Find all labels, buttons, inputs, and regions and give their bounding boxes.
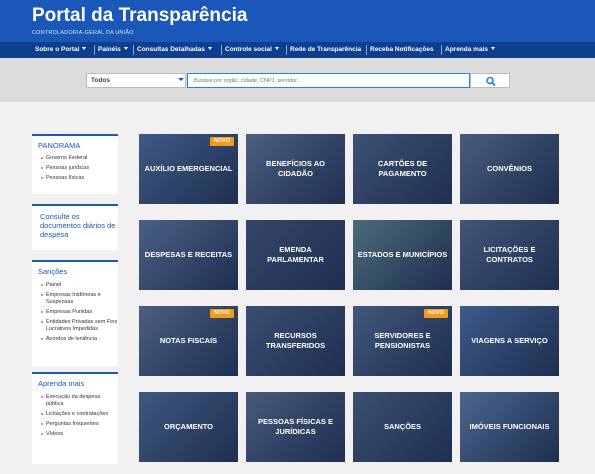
- nav-divider: [286, 45, 287, 55]
- tile-0[interactable]: AUXÍLIO EMERGENCIAL NOVO: [139, 134, 238, 204]
- sidebar-consulte[interactable]: Consulte os documentos diários de despes…: [32, 204, 118, 250]
- tile-label: ORÇAMENTO: [163, 422, 214, 431]
- new-badge: NOVO: [424, 309, 448, 318]
- nav-divider: [94, 45, 95, 55]
- sidebar-link[interactable]: Painel: [32, 282, 118, 289]
- nav-divider: [441, 45, 442, 55]
- chevron-down-icon: [491, 47, 495, 50]
- tile-label: CONVÊNIOS: [486, 164, 532, 173]
- tile-6[interactable]: ESTADOS E MUNICÍPIOS: [353, 220, 452, 290]
- tile-3[interactable]: CONVÊNIOS: [460, 134, 559, 204]
- tile-5[interactable]: EMENDA PARLAMENTAR: [246, 220, 345, 290]
- sidebar-link[interactable]: Pessoas jurídicas: [32, 165, 118, 172]
- sidebar-link[interactable]: Governo Federal: [32, 155, 118, 162]
- tile-11[interactable]: VIAGENS A SERVIÇO: [460, 306, 559, 376]
- main-nav: Sobre o Portal Painéis Consultas Detalha…: [0, 42, 595, 58]
- nav-item-rede[interactable]: Rede de Transparência: [290, 42, 361, 58]
- site-subtitle: CONTROLADORIA-GERAL DA UNIÃO: [32, 30, 134, 36]
- tile-1[interactable]: BENEFÍCIOS AO CIDADÃO: [246, 134, 345, 204]
- chevron-down-icon: [123, 47, 128, 50]
- sidebar-sancoes: Sanções Painel Empresas Inidôneas e Susp…: [32, 260, 118, 366]
- search-button[interactable]: [470, 73, 510, 88]
- tile-label: LICITAÇÕES E CONTRATOS: [483, 245, 536, 264]
- tile-15[interactable]: IMÓVEIS FUNCIONAIS: [460, 392, 559, 462]
- nav-item-aprenda[interactable]: Aprenda mais: [445, 42, 495, 58]
- tile-label: CARTÕES DE PAGAMENTO: [377, 159, 428, 178]
- nav-divider: [366, 45, 367, 55]
- sidebar-link[interactable]: Pessoas físicas: [32, 175, 118, 182]
- chevron-down-icon: [207, 47, 212, 50]
- nav-divider: [221, 45, 222, 55]
- sidebar-heading-consulte[interactable]: Consulte os documentos diários de despes…: [32, 206, 118, 239]
- chevron-down-icon: [178, 78, 184, 81]
- sidebar-link[interactable]: Entidades Privadas sem Fins Lucrativos I…: [32, 319, 118, 333]
- sidebar-heading-panorama: PANORAMA: [38, 141, 81, 150]
- tile-9[interactable]: RECURSOS TRANSFERIDOS: [246, 306, 345, 376]
- search-icon: [486, 76, 496, 86]
- nav-divider: [133, 45, 134, 55]
- nav-item-controle-social[interactable]: Controle social: [225, 42, 279, 58]
- nav-item-consultas[interactable]: Consultas Detalhadas: [137, 42, 212, 58]
- sidebar-panorama: PANORAMA Governo Federal Pessoas jurídic…: [32, 134, 118, 194]
- tile-label: EMENDA PARLAMENTAR: [267, 245, 324, 264]
- tile-12[interactable]: ORÇAMENTO: [139, 392, 238, 462]
- sidebar-link[interactable]: Acordos de leniência: [32, 336, 118, 343]
- sidebar-link[interactable]: Empresas Punidas: [32, 309, 118, 316]
- site-title[interactable]: Portal da Transparência: [32, 5, 247, 27]
- nav-item-paineis[interactable]: Painéis: [98, 42, 128, 58]
- tile-13[interactable]: PESSOAS FÍSICAS E JURÍDICAS: [246, 392, 345, 462]
- tile-label: BENEFÍCIOS AO CIDADÃO: [266, 159, 325, 178]
- tile-label: PESSOAS FÍSICAS E JURÍDICAS: [257, 417, 334, 436]
- new-badge: NOVO: [210, 137, 234, 146]
- tile-10[interactable]: SERVIDORES E PENSIONISTAS NOVO: [353, 306, 452, 376]
- sidebar-link[interactable]: Licitações e contratações: [32, 411, 118, 418]
- chevron-down-icon: [82, 47, 87, 50]
- tile-label: IMÓVEIS FUNCIONAIS: [469, 422, 550, 431]
- chevron-down-icon: [274, 47, 279, 50]
- tile-label: RECURSOS TRANSFERIDOS: [265, 331, 326, 350]
- tile-label: ESTADOS E MUNICÍPIOS: [357, 250, 448, 259]
- sidebar-aprenda: Aprenda mais Execução da despesa pública…: [32, 372, 118, 464]
- new-badge: NOVO: [210, 309, 234, 318]
- tile-label: SANÇÕES: [383, 422, 422, 431]
- sidebar-heading-sancoes: Sanções: [38, 267, 68, 276]
- sidebar-link[interactable]: Perguntas frequentes: [32, 421, 118, 428]
- search-category-select[interactable]: Todos: [86, 73, 186, 88]
- tile-label: VIAGENS A SERVIÇO: [471, 336, 548, 345]
- search-bar: Todos: [0, 58, 595, 102]
- sidebar-link[interactable]: Execução da despesa pública: [32, 394, 118, 408]
- site-header: Portal da Transparência CONTROLADORIA-GE…: [0, 0, 595, 42]
- tile-4[interactable]: DESPESAS E RECEITAS: [139, 220, 238, 290]
- nav-item-notificacoes[interactable]: Receba Notificações: [370, 42, 434, 58]
- tile-7[interactable]: LICITAÇÕES E CONTRATOS: [460, 220, 559, 290]
- sidebar-link[interactable]: Vídeos: [32, 431, 118, 438]
- sidebar-link[interactable]: Empresas Inidôneas e Suspensas: [32, 292, 118, 306]
- sidebar-heading-aprenda: Aprenda mais: [38, 379, 85, 388]
- search-input[interactable]: [187, 73, 470, 88]
- tile-8[interactable]: NOTAS FISCAIS NOVO: [139, 306, 238, 376]
- tile-label: DESPESAS E RECEITAS: [144, 250, 233, 259]
- tile-2[interactable]: CARTÕES DE PAGAMENTO: [353, 134, 452, 204]
- tile-14[interactable]: SANÇÕES: [353, 392, 452, 462]
- nav-item-sobre[interactable]: Sobre o Portal: [35, 42, 87, 58]
